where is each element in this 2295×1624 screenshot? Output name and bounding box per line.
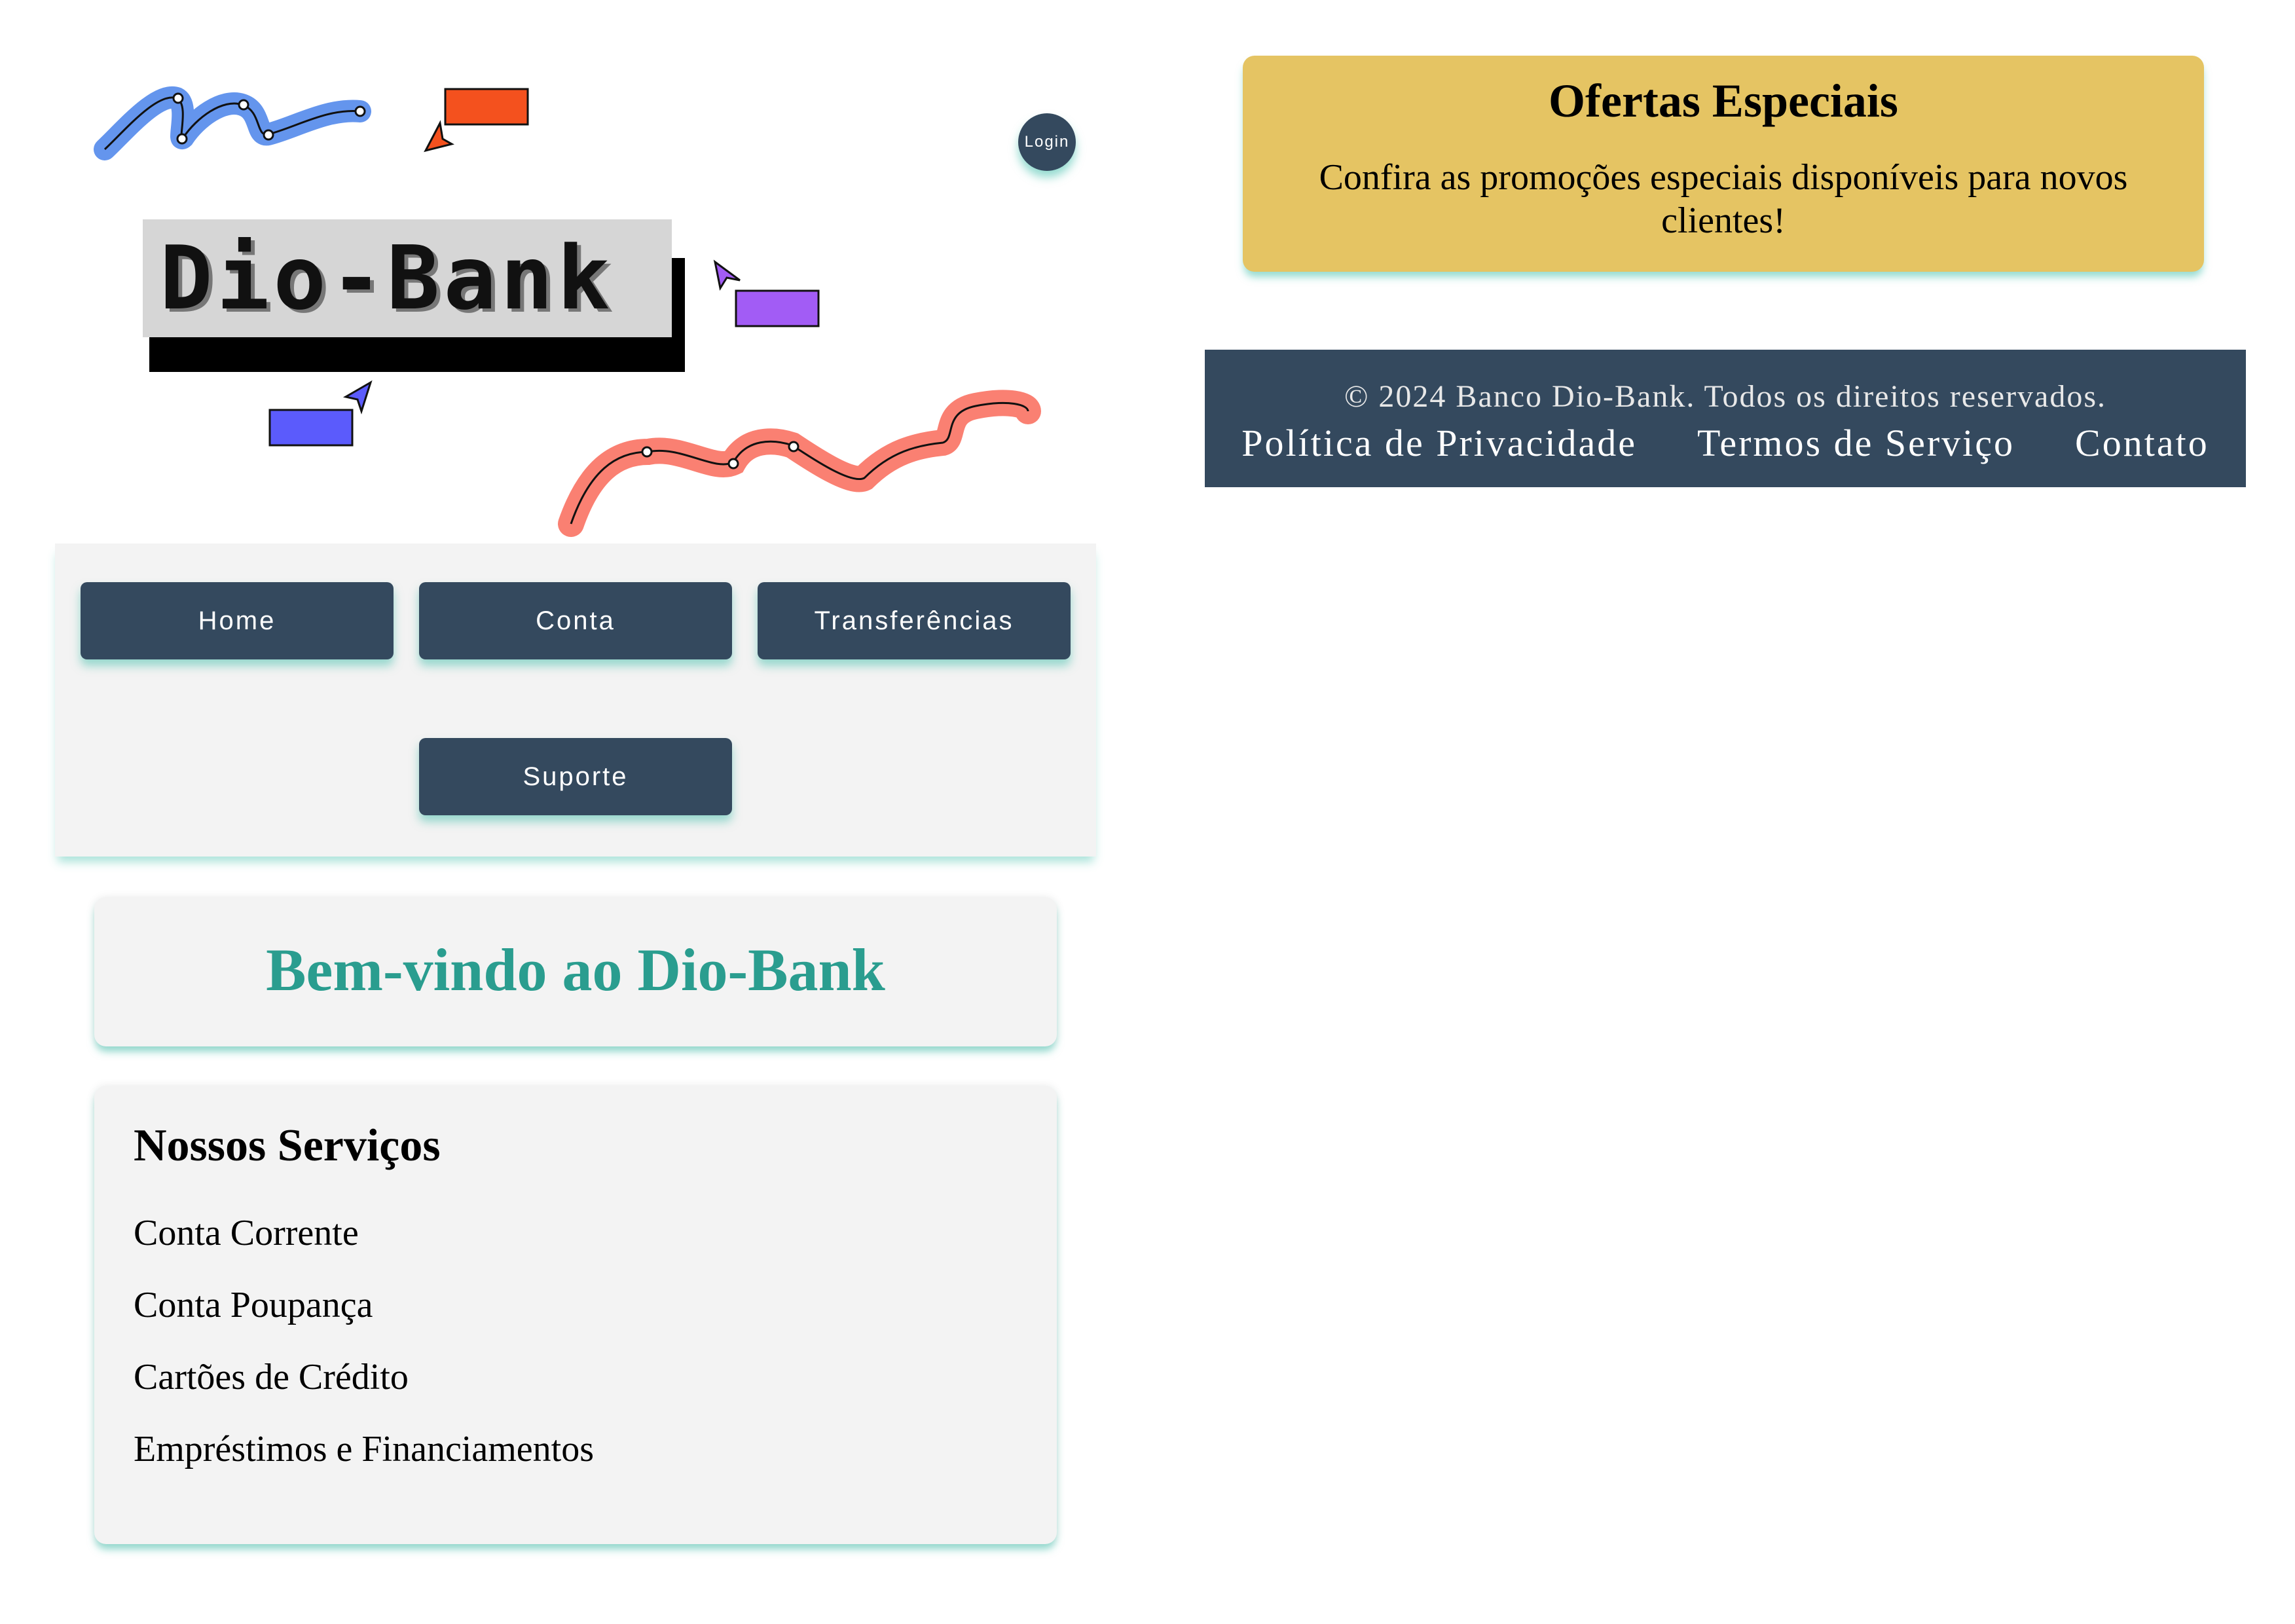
welcome-card: Bem-vindo ao Dio-Bank xyxy=(94,897,1057,1046)
header: Dio-Bank Login xyxy=(0,0,1113,544)
footer: © 2024 Banco Dio-Bank. Todos os direitos… xyxy=(1205,350,2246,487)
nav-home-button[interactable]: Home xyxy=(81,582,394,659)
login-button[interactable]: Login xyxy=(1018,113,1076,171)
services-list: Conta Corrente Conta Poupança Cartões de… xyxy=(134,1210,594,1498)
terms-of-service-link[interactable]: Termos de Serviço xyxy=(1697,421,2015,465)
service-item: Empréstimos e Financiamentos xyxy=(134,1429,594,1469)
privacy-policy-link[interactable]: Política de Privacidade xyxy=(1241,421,1637,465)
logo: Dio-Bank xyxy=(160,227,614,329)
main-nav: Home Conta Transferências Suporte xyxy=(55,544,1096,857)
nav-suporte-button[interactable]: Suporte xyxy=(419,738,732,815)
services-title: Nossos Serviços xyxy=(134,1120,441,1171)
service-item: Conta Corrente xyxy=(134,1213,359,1253)
services-card: Nossos Serviços Conta Corrente Conta Pou… xyxy=(94,1086,1057,1544)
service-item: Cartões de Crédito xyxy=(134,1357,409,1397)
offers-text: Confira as promoções especiais disponíve… xyxy=(1319,157,2128,241)
footer-copyright: © 2024 Banco Dio-Bank. Todos os direitos… xyxy=(1344,379,2107,414)
footer-links: Política de Privacidade Termos de Serviç… xyxy=(1205,421,2246,465)
offers-title: Ofertas Especiais xyxy=(1549,75,1898,127)
nav-transferencias-button[interactable]: Transferências xyxy=(758,582,1071,659)
service-item: Conta Poupança xyxy=(134,1285,373,1325)
offers-card: Ofertas Especiais Confira as promoções e… xyxy=(1243,56,2204,272)
contact-link[interactable]: Contato xyxy=(2075,421,2209,465)
nav-conta-button[interactable]: Conta xyxy=(419,582,732,659)
welcome-title: Bem-vindo ao Dio-Bank xyxy=(266,936,885,1003)
